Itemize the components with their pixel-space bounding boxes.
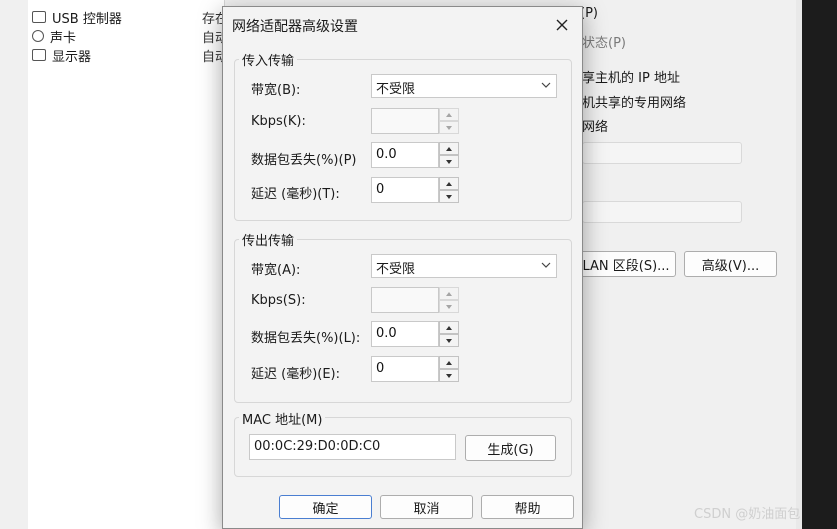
outgoing-kbps-label: Kbps(S): [251,293,306,308]
advanced-button[interactable]: 高级(V)... [684,251,777,277]
incoming-latency-spinner[interactable]: 0 [371,177,460,203]
host-only-option-text: 机共享的专用网络 [582,96,687,111]
spin-down-button[interactable] [439,121,459,134]
caret-down-icon [446,373,452,378]
monitor-icon [32,49,46,61]
caret-up-icon [446,112,452,117]
incoming-kbps-input[interactable] [371,108,439,134]
outgoing-kbps-spinner[interactable] [371,287,460,313]
outgoing-latency-label: 延迟 (毫秒)(E): [251,367,341,382]
caret-up-icon [446,291,452,296]
incoming-loss-input[interactable]: 0.0 [371,142,439,168]
caret-up-icon [446,146,452,151]
close-icon [556,19,568,31]
device-list: USB 控制器 声卡 显示器 [28,0,225,529]
incoming-legend: 传入传输 [239,50,298,69]
desktop-background [802,0,837,529]
cancel-button[interactable]: 取消 [380,495,473,519]
incoming-kbps-spinner[interactable] [371,108,460,134]
incoming-loss-label: 数据包丢失(%)(P) [251,153,357,168]
spin-up-button[interactable] [439,356,459,369]
incoming-kbps-label: Kbps(K): [251,114,306,129]
caret-up-icon [446,181,452,186]
caret-up-icon [446,325,452,330]
outgoing-bandwidth-select[interactable]: 不受限 [371,254,557,278]
lan-segment-select[interactable] [582,201,742,223]
usb-icon [32,11,46,23]
spin-down-button[interactable] [439,334,459,347]
speaker-icon [32,30,44,42]
spin-up-button[interactable] [439,108,459,121]
spin-down-button[interactable] [439,300,459,313]
spin-up-button[interactable] [439,321,459,334]
outgoing-loss-label: 数据包丢失(%)(L): [251,331,361,346]
outgoing-kbps-input[interactable] [371,287,439,313]
spin-down-button[interactable] [439,369,459,382]
incoming-latency-label: 延迟 (毫秒)(T): [251,187,340,202]
caret-down-icon [446,125,452,130]
outgoing-loss-spinner[interactable]: 0.0 [371,321,460,347]
device-item-display[interactable]: 显示器 [32,46,92,65]
ok-button[interactable]: 确定 [279,495,372,519]
chevron-down-icon [541,82,551,88]
background-left-strip [0,0,28,529]
incoming-bandwidth-select[interactable]: 不受限 [371,74,557,98]
outgoing-latency-spinner[interactable]: 0 [371,356,460,382]
watermark-text: CSDN @奶油面包 [694,507,801,522]
replicate-state-text: 状态(P) [582,36,626,51]
incoming-bandwidth-label: 带宽(B): [251,83,301,98]
custom-network-select[interactable] [582,142,742,164]
mac-legend: MAC 地址(M) [239,409,326,428]
device-item-usb[interactable]: USB 控制器 [32,8,122,27]
incoming-latency-input[interactable]: 0 [371,177,439,203]
spin-up-button[interactable] [439,177,459,190]
mac-address-input[interactable]: 00:0C:29:D0:0D:C0 [249,434,456,460]
generate-mac-button[interactable]: 生成(G) [465,435,556,461]
device-label: 声卡 [50,30,77,46]
chevron-down-icon [541,262,551,268]
spin-up-button[interactable] [439,142,459,155]
device-label: 显示器 [52,49,92,65]
close-button[interactable] [550,13,574,37]
incoming-loss-spinner[interactable]: 0.0 [371,142,460,168]
caret-down-icon [446,194,452,199]
dialog-title: 网络适配器高级设置 [232,19,358,35]
help-button[interactable]: 帮助 [481,495,574,519]
caret-down-icon [446,304,452,309]
advanced-settings-dialog: 网络适配器高级设置 传入传输 带宽(B): 不受限 Kbps(K): 数据包丢失… [222,6,583,529]
outgoing-latency-input[interactable]: 0 [371,356,439,382]
caret-down-icon [446,338,452,343]
caret-down-icon [446,159,452,164]
dialog-titlebar[interactable]: 网络适配器高级设置 [223,7,582,43]
spin-down-button[interactable] [439,190,459,203]
caret-up-icon [446,360,452,365]
spin-down-button[interactable] [439,155,459,168]
outgoing-loss-input[interactable]: 0.0 [371,321,439,347]
select-value: 不受限 [376,262,416,277]
custom-network-text: 网络 [582,120,609,135]
device-label: USB 控制器 [52,11,122,27]
lan-segment-button[interactable]: LAN 区段(S)... [576,251,676,277]
device-item-sound[interactable]: 声卡 [32,27,77,46]
nat-option-text: 享主机的 IP 地址 [582,71,680,86]
outgoing-legend: 传出传输 [239,230,298,249]
outgoing-bandwidth-label: 带宽(A): [251,263,301,278]
spin-up-button[interactable] [439,287,459,300]
select-value: 不受限 [376,82,416,97]
